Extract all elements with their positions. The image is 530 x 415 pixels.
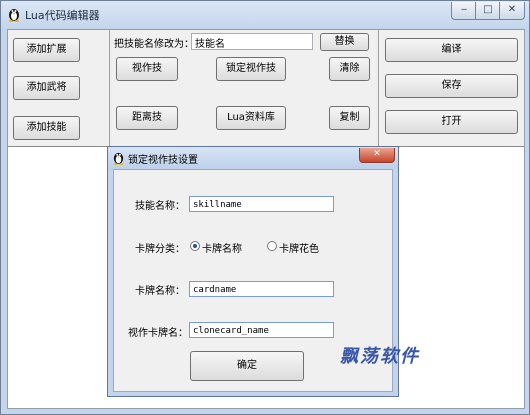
penguin-app-icon bbox=[113, 152, 124, 165]
watermark-text: 飘荡软件 bbox=[340, 346, 420, 367]
replace-button[interactable]: 替换 bbox=[320, 33, 369, 51]
close-button[interactable]: ✕ bbox=[499, 2, 525, 20]
card-name-radio-label[interactable]: 卡牌名称 bbox=[202, 240, 242, 255]
card-category-label: 卡牌分类： bbox=[135, 244, 185, 255]
add-extension-button[interactable]: 添加扩展 bbox=[13, 38, 80, 62]
card-name-label: 卡牌名称： bbox=[135, 286, 185, 297]
open-button[interactable]: 打开 bbox=[385, 110, 518, 134]
locked-view-as-skill-button[interactable]: 锁定视作技 bbox=[216, 57, 286, 81]
left-panel: 添加扩展 添加武将 添加技能 bbox=[8, 30, 110, 146]
skill-name-label: 技能名称： bbox=[135, 201, 185, 212]
copy-button[interactable]: 复制 bbox=[329, 106, 370, 130]
skill-name-input[interactable]: skillname bbox=[189, 196, 334, 212]
lua-library-button[interactable]: Lua资料库 bbox=[216, 106, 286, 130]
add-general-button[interactable]: 添加武将 bbox=[13, 76, 80, 100]
card-suit-radio[interactable] bbox=[267, 241, 277, 251]
title-bar[interactable]: Lua代码编辑器 ‒ □ ✕ bbox=[1, 1, 529, 29]
rename-input[interactable]: 技能名 bbox=[191, 33, 313, 50]
compile-button[interactable]: 编译 bbox=[385, 38, 518, 62]
rename-label: 把技能名修改为： bbox=[114, 39, 194, 50]
dialog-title: 锁定视作技设置 bbox=[128, 155, 198, 166]
right-panel: 编译 保存 打开 bbox=[379, 30, 524, 146]
view-as-card-input[interactable]: clonecard_name bbox=[189, 322, 334, 338]
card-suit-radio-label[interactable]: 卡牌花色 bbox=[279, 240, 319, 255]
save-button[interactable]: 保存 bbox=[385, 74, 518, 98]
dialog-close-button[interactable]: ✕ bbox=[359, 148, 395, 163]
ok-button[interactable]: 确定 bbox=[190, 351, 304, 381]
distance-skill-button[interactable]: 距离技 bbox=[116, 106, 178, 130]
view-as-card-label: 视作卡牌名： bbox=[128, 328, 188, 339]
maximize-button[interactable]: □ bbox=[475, 2, 501, 20]
middle-panel: 把技能名修改为： 技能名 替换 视作技 锁定视作技 清除 距离技 Lua资料库 … bbox=[110, 30, 379, 146]
window-title: Lua代码编辑器 bbox=[25, 9, 100, 22]
penguin-app-icon bbox=[9, 9, 19, 22]
card-name-radio[interactable] bbox=[190, 241, 200, 251]
clear-button[interactable]: 清除 bbox=[329, 57, 370, 81]
dialog-title-bar[interactable]: 锁定视作技设置 ✕ bbox=[108, 147, 398, 169]
card-name-input[interactable]: cardname bbox=[189, 281, 334, 297]
minimize-button[interactable]: ‒ bbox=[451, 2, 477, 20]
add-skill-button[interactable]: 添加技能 bbox=[13, 116, 80, 140]
view-as-skill-button[interactable]: 视作技 bbox=[116, 57, 178, 81]
